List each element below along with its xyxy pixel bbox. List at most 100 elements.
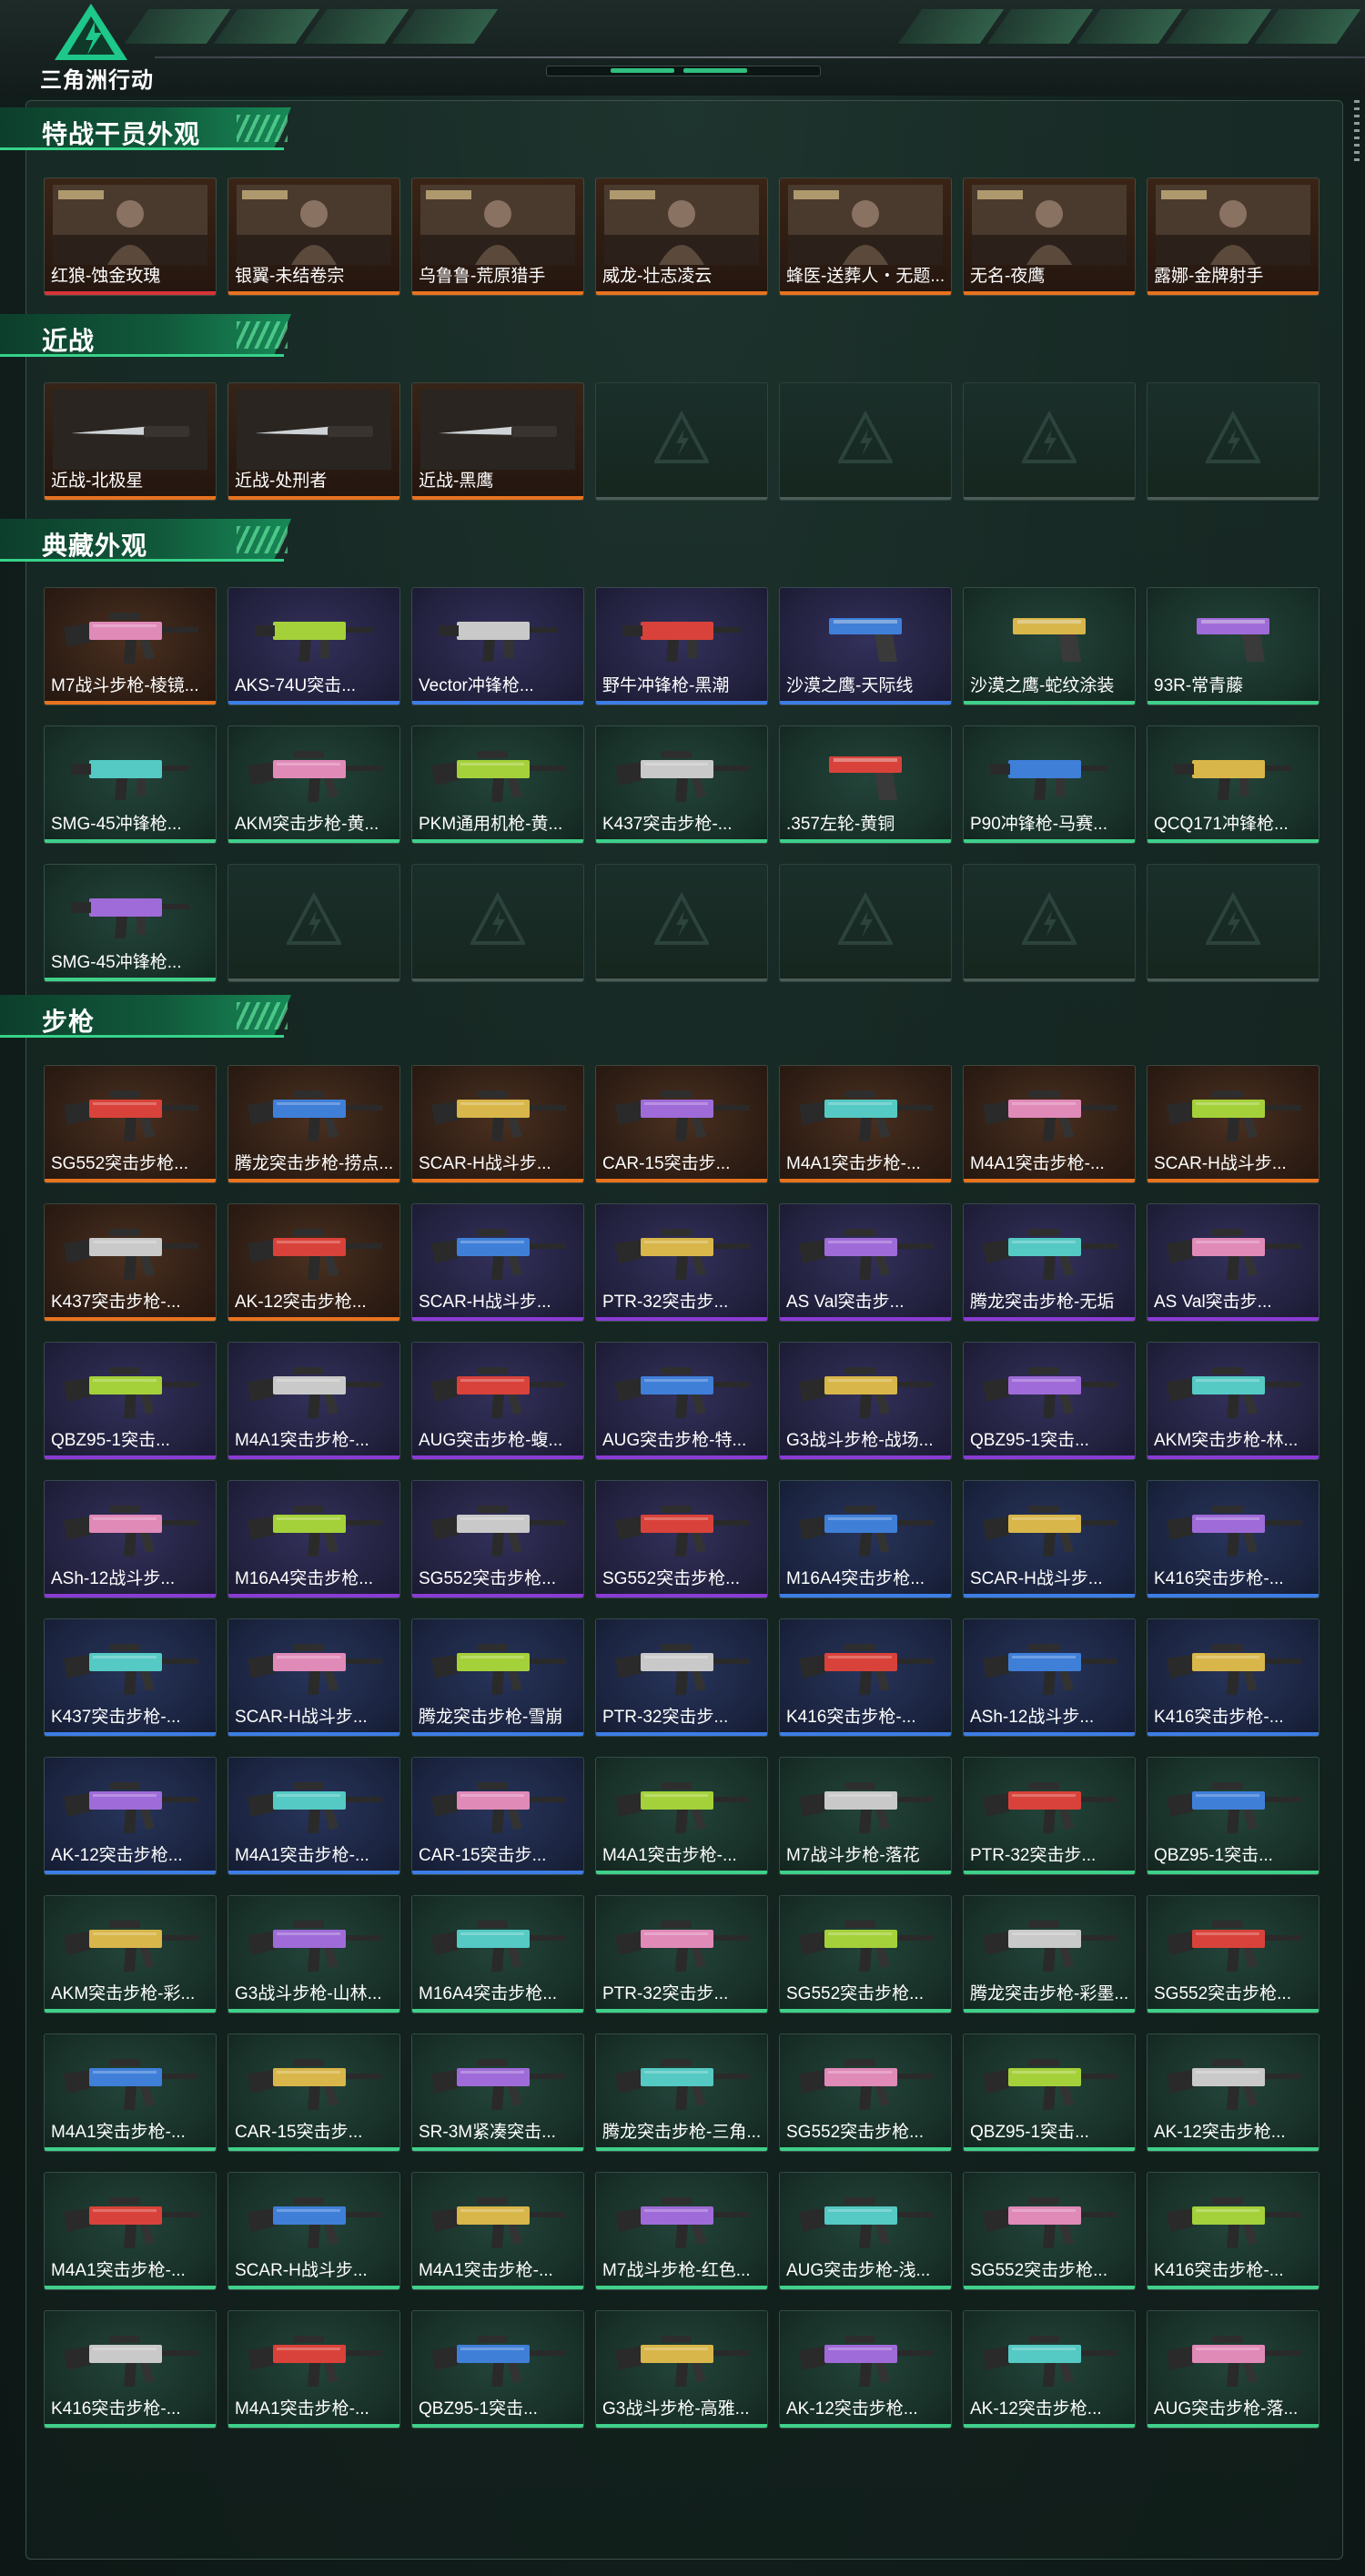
- rifle-icon: [234, 1486, 394, 1568]
- item-card[interactable]: 沙漠之鹰-天际线: [779, 587, 952, 705]
- scrollbar[interactable]: [1354, 100, 1360, 164]
- item-card[interactable]: G3战斗步枪-山林...: [228, 1895, 400, 2013]
- item-card[interactable]: AUG突击步枪-落...: [1147, 2310, 1320, 2429]
- item-card[interactable]: SMG-45冲锋枪...: [44, 864, 217, 982]
- item-label: M7战斗步枪-落花: [786, 1846, 920, 1865]
- item-card[interactable]: K416突击步枪-...: [1147, 2172, 1320, 2290]
- item-card[interactable]: 红狼-蚀金玫瑰: [44, 177, 217, 296]
- item-card[interactable]: 腾龙突击步枪-三角...: [595, 2033, 768, 2152]
- item-card[interactable]: G3战斗步枪-战场...: [779, 1342, 952, 1460]
- item-card[interactable]: QBZ95-1突击...: [44, 1342, 217, 1460]
- item-card[interactable]: ASh-12战斗步...: [963, 1618, 1136, 1737]
- item-card[interactable]: AUG突击步枪-蝮...: [411, 1342, 584, 1460]
- item-card[interactable]: 近战-黑鹰: [411, 382, 584, 501]
- item-card[interactable]: SR-3M紧凑突击...: [411, 2033, 584, 2152]
- item-card[interactable]: M16A4突击步枪...: [411, 1895, 584, 2013]
- item-card[interactable]: M4A1突击步枪-...: [228, 2310, 400, 2429]
- item-card[interactable]: M16A4突击步枪...: [779, 1480, 952, 1598]
- item-card[interactable]: SG552突击步枪...: [595, 1480, 768, 1598]
- item-card[interactable]: M7战斗步枪-棱镜...: [44, 587, 217, 705]
- item-card[interactable]: M4A1突击步枪-...: [963, 1065, 1136, 1183]
- item-card[interactable]: 银翼-未结卷宗: [228, 177, 400, 296]
- item-card[interactable]: M7战斗步枪-落花: [779, 1757, 952, 1875]
- item-card[interactable]: CAR-15突击步...: [411, 1757, 584, 1875]
- item-card[interactable]: PTR-32突击步...: [963, 1757, 1136, 1875]
- item-card[interactable]: SG552突击步枪...: [1147, 1895, 1320, 2013]
- item-card[interactable]: 蜂医-送葬人・无题...: [779, 177, 952, 296]
- item-card[interactable]: 腾龙突击步枪-雪崩: [411, 1618, 584, 1737]
- item-card[interactable]: AK-12突击步枪...: [44, 1757, 217, 1875]
- item-card[interactable]: QCQ171冲锋枪...: [1147, 725, 1320, 844]
- item-card[interactable]: 近战-北极星: [44, 382, 217, 501]
- item-card[interactable]: M4A1突击步枪-...: [595, 1757, 768, 1875]
- item-card[interactable]: SG552突击步枪...: [44, 1065, 217, 1183]
- item-card[interactable]: 近战-处刑者: [228, 382, 400, 501]
- item-card[interactable]: PKM通用机枪-黄...: [411, 725, 584, 844]
- item-card[interactable]: SG552突击步枪...: [779, 1895, 952, 2013]
- rarity-bar: [412, 1317, 583, 1321]
- item-card[interactable]: SG552突击步枪...: [779, 2033, 952, 2152]
- item-card[interactable]: CAR-15突击步...: [595, 1065, 768, 1183]
- item-card[interactable]: G3战斗步枪-高雅...: [595, 2310, 768, 2429]
- item-card[interactable]: SCAR-H战斗步...: [963, 1480, 1136, 1598]
- item-card[interactable]: Vector冲锋枪...: [411, 587, 584, 705]
- item-card[interactable]: 无名-夜鹰: [963, 177, 1136, 296]
- item-card[interactable]: QBZ95-1突击...: [411, 2310, 584, 2429]
- item-card[interactable]: QBZ95-1突击...: [963, 2033, 1136, 2152]
- item-card[interactable]: .357左轮-黄铜: [779, 725, 952, 844]
- item-card[interactable]: SG552突击步枪...: [411, 1480, 584, 1598]
- item-card[interactable]: AKM突击步枪-黄...: [228, 725, 400, 844]
- item-card[interactable]: K437突击步枪-...: [44, 1203, 217, 1322]
- item-card[interactable]: SG552突击步枪...: [963, 2172, 1136, 2290]
- item-card[interactable]: M4A1突击步枪-...: [44, 2172, 217, 2290]
- item-card[interactable]: SCAR-H战斗步...: [228, 2172, 400, 2290]
- item-card[interactable]: AS Val突击步...: [1147, 1203, 1320, 1322]
- item-card[interactable]: M4A1突击步枪-...: [779, 1065, 952, 1183]
- item-card[interactable]: AK-12突击步枪...: [963, 2310, 1136, 2429]
- item-card[interactable]: SMG-45冲锋枪...: [44, 725, 217, 844]
- item-card[interactable]: AK-12突击步枪...: [1147, 2033, 1320, 2152]
- item-card[interactable]: K416突击步枪-...: [1147, 1618, 1320, 1737]
- item-card[interactable]: 乌鲁鲁-荒原猎手: [411, 177, 584, 296]
- item-card[interactable]: SCAR-H战斗步...: [228, 1618, 400, 1737]
- item-card[interactable]: 野牛冲锋枪-黑潮: [595, 587, 768, 705]
- item-card[interactable]: 露娜-金牌射手: [1147, 177, 1320, 296]
- item-card[interactable]: PTR-32突击步...: [595, 1895, 768, 2013]
- item-card[interactable]: M4A1突击步枪-...: [44, 2033, 217, 2152]
- item-card[interactable]: AKM突击步枪-林...: [1147, 1342, 1320, 1460]
- item-card[interactable]: M4A1突击步枪-...: [228, 1757, 400, 1875]
- item-card[interactable]: 腾龙突击步枪-彩墨...: [963, 1895, 1136, 2013]
- item-card[interactable]: AS Val突击步...: [779, 1203, 952, 1322]
- item-card[interactable]: ASh-12战斗步...: [44, 1480, 217, 1598]
- item-card[interactable]: CAR-15突击步...: [228, 2033, 400, 2152]
- item-card[interactable]: AK-12突击步枪...: [779, 2310, 952, 2429]
- item-card[interactable]: 沙漠之鹰-蛇纹涂装: [963, 587, 1136, 705]
- item-card[interactable]: K437突击步枪-...: [595, 725, 768, 844]
- item-card[interactable]: QBZ95-1突击...: [1147, 1757, 1320, 1875]
- item-card[interactable]: AKM突击步枪-彩...: [44, 1895, 217, 2013]
- item-card[interactable]: 威龙-壮志凌云: [595, 177, 768, 296]
- item-card[interactable]: PTR-32突击步...: [595, 1203, 768, 1322]
- rarity-bar: [412, 291, 583, 295]
- item-card[interactable]: AUG突击步枪-特...: [595, 1342, 768, 1460]
- item-card[interactable]: P90冲锋枪-马赛...: [963, 725, 1136, 844]
- item-card[interactable]: PTR-32突击步...: [595, 1618, 768, 1737]
- item-card[interactable]: 腾龙突击步枪-无垢: [963, 1203, 1136, 1322]
- item-card[interactable]: K416突击步枪-...: [1147, 1480, 1320, 1598]
- item-card[interactable]: SCAR-H战斗步...: [1147, 1065, 1320, 1183]
- item-card[interactable]: SCAR-H战斗步...: [411, 1065, 584, 1183]
- item-card[interactable]: K416突击步枪-...: [44, 2310, 217, 2429]
- item-card[interactable]: M4A1突击步枪-...: [411, 2172, 584, 2290]
- item-card[interactable]: M16A4突击步枪...: [228, 1480, 400, 1598]
- item-card[interactable]: M7战斗步枪-红色...: [595, 2172, 768, 2290]
- item-card[interactable]: SCAR-H战斗步...: [411, 1203, 584, 1322]
- item-card[interactable]: M4A1突击步枪-...: [228, 1342, 400, 1460]
- item-card[interactable]: QBZ95-1突击...: [963, 1342, 1136, 1460]
- item-card[interactable]: K416突击步枪-...: [779, 1618, 952, 1737]
- item-card[interactable]: K437突击步枪-...: [44, 1618, 217, 1737]
- item-card[interactable]: 腾龙突击步枪-捞点...: [228, 1065, 400, 1183]
- item-card[interactable]: AUG突击步枪-浅...: [779, 2172, 952, 2290]
- item-card[interactable]: 93R-常青藤: [1147, 587, 1320, 705]
- item-card[interactable]: AKS-74U突击...: [228, 587, 400, 705]
- item-card[interactable]: AK-12突击步枪...: [228, 1203, 400, 1322]
